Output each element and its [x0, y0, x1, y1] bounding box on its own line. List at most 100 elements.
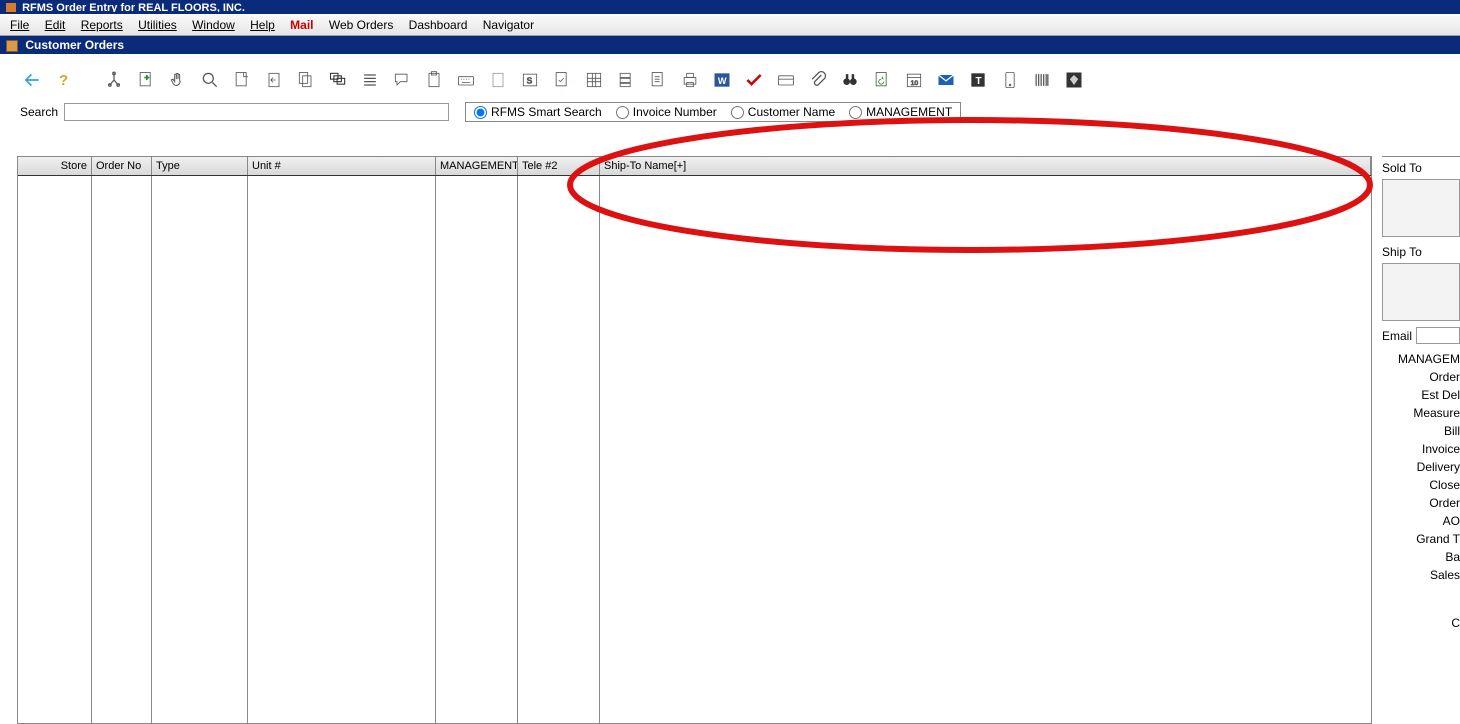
col-header-orderno[interactable]: Order No — [92, 157, 152, 175]
side-field-grand: Grand T — [1382, 530, 1460, 548]
side-panel: Sold To Ship To Email MANAGEM Order Est … — [1382, 156, 1460, 724]
menu-edit[interactable]: Edit — [39, 17, 72, 33]
page-blank-icon[interactable] — [486, 68, 510, 92]
diamond-icon[interactable] — [1062, 68, 1086, 92]
col-header-tele2[interactable]: Tele #2 — [518, 157, 600, 175]
side-field-invoice: Invoice — [1382, 440, 1460, 458]
menu-help[interactable]: Help — [244, 17, 281, 33]
speech-icon[interactable] — [390, 68, 414, 92]
menu-utilities[interactable]: Utilities — [132, 17, 183, 33]
paperclip-icon[interactable] — [806, 68, 830, 92]
side-field-ba: Ba — [1382, 548, 1460, 566]
orders-grid[interactable]: Store Order No Type Unit # MANAGEMENT Te… — [17, 156, 1372, 724]
menu-mail[interactable]: Mail — [284, 17, 319, 33]
calendar-icon[interactable]: 10 — [902, 68, 926, 92]
grid-col-tele2 — [518, 176, 600, 723]
col-header-shipto[interactable]: Ship-To Name[+] — [600, 157, 1371, 175]
side-field-ao: AO — [1382, 512, 1460, 530]
menu-dashboard[interactable]: Dashboard — [403, 17, 474, 33]
col-header-type[interactable]: Type — [152, 157, 248, 175]
side-field-order: Order — [1382, 368, 1460, 386]
svg-text:?: ? — [59, 72, 68, 89]
word-icon[interactable]: W — [710, 68, 734, 92]
hand-icon[interactable] — [166, 68, 190, 92]
col-header-management[interactable]: MANAGEMENT — [436, 157, 518, 175]
back-arrow-icon[interactable] — [20, 68, 44, 92]
grid-col-type — [152, 176, 248, 723]
svg-text:S: S — [527, 75, 533, 85]
menu-reports[interactable]: Reports — [75, 17, 129, 33]
ship-to-box — [1382, 263, 1460, 321]
doc-back-icon[interactable] — [262, 68, 286, 92]
card-icon[interactable] — [774, 68, 798, 92]
toolbar: ? S W 10 T — [0, 54, 1460, 100]
svg-text:10: 10 — [911, 80, 919, 87]
grid-col-store — [18, 176, 92, 723]
side-field-measure: Measure — [1382, 404, 1460, 422]
email-label: Email — [1382, 329, 1412, 343]
radio-invoice-number[interactable]: Invoice Number — [616, 105, 717, 119]
side-field-bill: Bill — [1382, 422, 1460, 440]
search-input[interactable] — [64, 103, 449, 121]
sold-to-label: Sold To — [1382, 156, 1460, 177]
menu-file[interactable]: File — [4, 17, 35, 33]
radio-smart-search[interactable]: RFMS Smart Search — [474, 105, 602, 119]
list-icon[interactable] — [358, 68, 382, 92]
red-check-icon[interactable] — [742, 68, 766, 92]
radio-management[interactable]: MANAGEMENT — [849, 105, 952, 119]
grid-col-management — [436, 176, 518, 723]
sub-window-icon — [6, 40, 18, 52]
menu-navigator[interactable]: Navigator — [477, 17, 540, 33]
svg-text:W: W — [718, 76, 727, 86]
col-header-unitnum[interactable]: Unit # — [248, 157, 436, 175]
grid-col-shipto — [600, 176, 1371, 723]
side-field-estdel: Est Del — [1382, 386, 1460, 404]
device-icon[interactable] — [998, 68, 1022, 92]
ship-to-label: Ship To — [1382, 243, 1460, 261]
doc-grid-icon[interactable] — [582, 68, 606, 92]
help-icon[interactable]: ? — [52, 68, 76, 92]
menu-window[interactable]: Window — [186, 17, 241, 33]
printer-icon[interactable] — [678, 68, 702, 92]
side-field-delivery: Delivery — [1382, 458, 1460, 476]
multi-window-icon[interactable] — [326, 68, 350, 92]
search-row: Search RFMS Smart Search Invoice Number … — [0, 100, 1460, 128]
radio-customer-name[interactable]: Customer Name — [731, 105, 835, 119]
copy-icon[interactable] — [294, 68, 318, 92]
sub-title-bar: Customer Orders — [0, 36, 1460, 54]
side-field-close: Close — [1382, 476, 1460, 494]
menu-weborders[interactable]: Web Orders — [323, 17, 399, 33]
doc-check-icon[interactable] — [550, 68, 574, 92]
col-header-store[interactable]: Store — [18, 157, 92, 175]
new-doc-icon[interactable] — [134, 68, 158, 92]
grid-body — [18, 176, 1371, 723]
sub-title-text: Customer Orders — [25, 38, 124, 52]
stack-icon[interactable] — [614, 68, 638, 92]
binoculars-icon[interactable] — [838, 68, 862, 92]
search-options: RFMS Smart Search Invoice Number Custome… — [465, 102, 961, 122]
grid-col-orderno — [92, 176, 152, 723]
s-box-icon[interactable]: S — [518, 68, 542, 92]
email-input[interactable] — [1416, 327, 1460, 344]
page-icon[interactable] — [230, 68, 254, 92]
sold-to-box — [1382, 179, 1460, 237]
magnify-icon[interactable] — [198, 68, 222, 92]
search-label: Search — [20, 105, 58, 119]
side-field-management: MANAGEM — [1382, 350, 1460, 368]
clipboard-icon[interactable] — [422, 68, 446, 92]
menu-bar: File Edit Reports Utilities Window Help … — [0, 14, 1460, 36]
barcode-icon[interactable] — [1030, 68, 1054, 92]
text-box-icon[interactable]: T — [966, 68, 990, 92]
svg-text:T: T — [976, 76, 982, 87]
keyboard-icon[interactable] — [454, 68, 478, 92]
app-icon — [6, 3, 16, 13]
side-field-c: C — [1382, 614, 1460, 632]
side-field-order2: Order — [1382, 494, 1460, 512]
app-title-text: RFMS Order Entry for REAL FLOORS, INC. — [22, 2, 245, 14]
doc-lines-icon[interactable] — [646, 68, 670, 92]
refresh-page-icon[interactable] — [870, 68, 894, 92]
fork-icon[interactable] — [102, 68, 126, 92]
mail-icon[interactable] — [934, 68, 958, 92]
grid-header-row: Store Order No Type Unit # MANAGEMENT Te… — [18, 157, 1371, 176]
side-field-sales: Sales — [1382, 566, 1460, 584]
